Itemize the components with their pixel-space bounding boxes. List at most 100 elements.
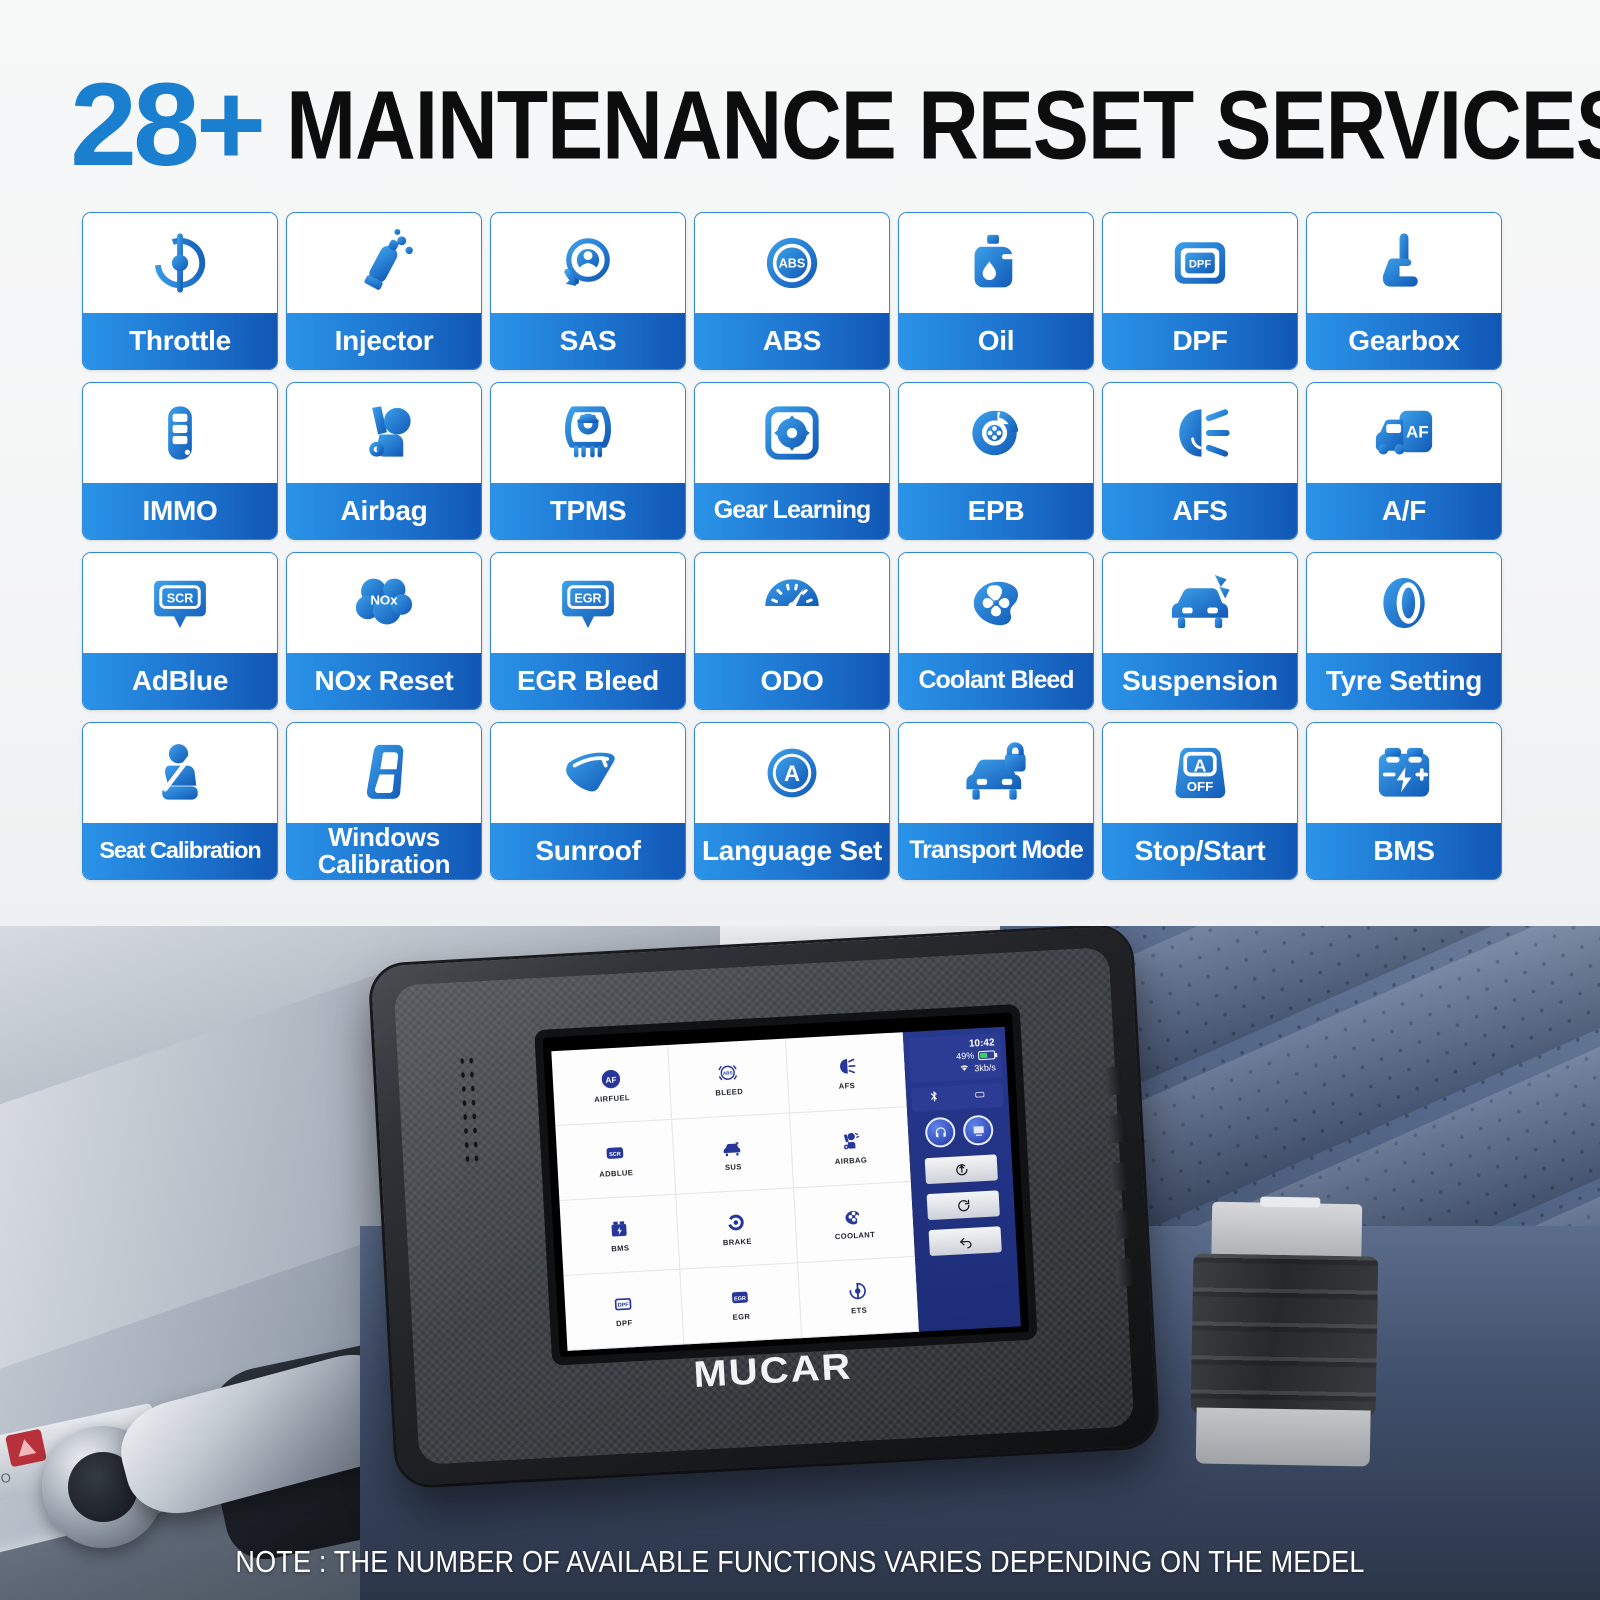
service-tile-immo[interactable]: IMMO (82, 382, 278, 540)
service-tile-label: Gear Learning (695, 483, 889, 539)
service-tile-label: AdBlue (83, 653, 277, 709)
app-cell-bleed[interactable]: ABS BLEED (668, 1038, 790, 1120)
service-tile-transport-mode[interactable]: Transport Mode (898, 722, 1094, 880)
service-tile-dpf[interactable]: DPF DPF (1102, 212, 1298, 370)
svg-text:A: A (784, 761, 800, 786)
service-tile-afs[interactable]: AFS (1102, 382, 1298, 540)
headline-count: 28+ (70, 59, 266, 191)
service-tile-label: Transport Mode (899, 823, 1093, 879)
service-tile-label: TPMS (491, 483, 685, 539)
side-button[interactable] (1105, 1066, 1123, 1096)
svg-text:NOx: NOx (370, 592, 398, 607)
service-tile-label: Coolant Bleed (899, 653, 1093, 709)
service-tile-tyre-setting[interactable]: Tyre Setting (1306, 552, 1502, 710)
service-tile-label: Stop/Start (1103, 823, 1297, 879)
svg-text:SCR: SCR (609, 1151, 621, 1158)
svg-text:SCR: SCR (167, 591, 194, 605)
app-cell-label: ETS (850, 1305, 868, 1315)
oil-can-icon (899, 213, 1093, 313)
app-cell-ets[interactable]: ETS (797, 1256, 920, 1339)
service-tile-airbag[interactable]: Airbag (286, 382, 482, 540)
service-tile-stop-start[interactable]: A OFF Stop/Start (1102, 722, 1298, 880)
service-tile-epb[interactable]: EPB (898, 382, 1094, 540)
dpf-icon: DPF (612, 1292, 635, 1315)
service-tile-sas[interactable]: SAS (490, 212, 686, 370)
screen-content: AF AIRFUEL ABS BLEED AFS SCR ADBLUE SUS AIRBAG BM… (551, 1026, 1021, 1351)
egr-icon: EGR (729, 1285, 752, 1308)
service-tile-bms[interactable]: BMS (1306, 722, 1502, 880)
svg-text:OFF: OFF (1187, 779, 1214, 794)
service-tile-label: NOx Reset (287, 653, 481, 709)
app-cell-egr[interactable]: EGR EGR (680, 1263, 802, 1345)
service-tile-egr-bleed[interactable]: EGR EGR Bleed (490, 552, 686, 710)
connection-panel (910, 1082, 1004, 1112)
app-cell-brake[interactable]: BRAKE (676, 1188, 798, 1270)
service-tile-suspension[interactable]: Suspension (1102, 552, 1298, 710)
app-cell-adblue[interactable]: SCR ADBLUE (555, 1119, 677, 1202)
app-cell-airbag[interactable]: AIRBAG (789, 1107, 911, 1189)
app-cell-bms[interactable]: BMS (559, 1194, 681, 1276)
service-tile-a-f[interactable]: AF A/F (1306, 382, 1502, 540)
screenshot-icon[interactable] (962, 1114, 995, 1147)
brake-icon (725, 1210, 748, 1233)
service-tile-injector[interactable]: Injector (286, 212, 482, 370)
product-photo-scene: RADIO AF AIRFUEL ABS BLEED AFS SCR ADBLUE SUS AI… (0, 926, 1600, 1600)
service-tile-sunroof[interactable]: Sunroof (490, 722, 686, 880)
service-tile-adblue[interactable]: SCR AdBlue (82, 552, 278, 710)
service-tile-oil[interactable]: Oil (898, 212, 1094, 370)
service-tile-abs[interactable]: ABS ABS (694, 212, 890, 370)
service-tile-label: Tyre Setting (1307, 653, 1501, 709)
service-tile-label: Suspension (1103, 653, 1297, 709)
app-cell-label: DPF (615, 1317, 633, 1328)
status-battery-percent: 49% (955, 1050, 975, 1062)
service-tile-language-set[interactable]: A Language Set (694, 722, 890, 880)
service-tile-seat-calibration[interactable]: Seat Calibration (82, 722, 278, 880)
side-button[interactable] (1112, 1210, 1131, 1240)
service-tile-coolant-bleed[interactable]: Coolant Bleed (898, 552, 1094, 710)
bluetooth-icon[interactable] (927, 1089, 942, 1109)
service-tile-throttle[interactable]: Throttle (82, 212, 278, 370)
app-grid: AF AIRFUEL ABS BLEED AFS SCR ADBLUE SUS AIRBAG BM… (551, 1032, 920, 1351)
service-tile-label: SAS (491, 313, 685, 369)
home-upload-icon[interactable] (924, 1154, 998, 1185)
car-af-icon: AF (1307, 383, 1501, 483)
battery-icon (608, 1217, 631, 1240)
battery-icon (977, 1049, 996, 1060)
app-cell-label: AIRFUEL (594, 1092, 631, 1104)
dpf-icon: DPF (1103, 213, 1297, 313)
footer-note: NOTE : THE NUMBER OF AVAILABLE FUNCTIONS… (235, 1545, 1365, 1579)
vci-icon[interactable] (972, 1087, 988, 1106)
obd-connector-body (1190, 1253, 1379, 1417)
services-grid: Throttle Injector SAS ABS ABS Oil DPF DPF Gearbo… (82, 212, 1502, 880)
gear-in-box-icon (695, 383, 889, 483)
app-cell-afs[interactable]: AFS (785, 1032, 907, 1114)
refresh-icon[interactable] (926, 1190, 1000, 1221)
service-tile-gear-learning[interactable]: Gear Learning (694, 382, 890, 540)
app-cell-sus[interactable]: SUS (672, 1113, 794, 1195)
service-tile-label: Injector (287, 313, 481, 369)
app-cell-coolant[interactable]: COOLANT (793, 1182, 915, 1264)
top-white-panel: 28+ MAINTENANCE RESET SERVICES Throttle I… (0, 0, 1600, 940)
app-cell-airfuel[interactable]: AF AIRFUEL (551, 1044, 673, 1127)
service-tile-tpms[interactable]: TPMS (490, 382, 686, 540)
tablet-screen[interactable]: AF AIRFUEL ABS BLEED AFS SCR ADBLUE SUS AIRBAG BM… (542, 1012, 1030, 1358)
service-tile-windows-calibration[interactable]: Windows Calibration (286, 722, 482, 880)
coolant-fan-icon (899, 553, 1093, 653)
service-tile-odo[interactable]: ODO (694, 552, 890, 710)
side-button[interactable] (1107, 1114, 1126, 1144)
app-cell-label: EGR (732, 1311, 751, 1322)
service-tile-gearbox[interactable]: Gearbox (1306, 212, 1502, 370)
svg-text:EGR: EGR (734, 1295, 746, 1302)
app-cell-dpf[interactable]: DPF DPF (563, 1269, 685, 1351)
service-tile-nox-reset[interactable]: NOx NOx Reset (286, 552, 482, 710)
battery-icon (1307, 723, 1501, 823)
back-icon[interactable] (928, 1226, 1002, 1257)
abs-icon: ABS (695, 213, 889, 313)
service-tile-label: EGR Bleed (491, 653, 685, 709)
speaker-grille (457, 1053, 482, 1165)
svg-text:DPF: DPF (1189, 258, 1211, 270)
headset-icon[interactable] (924, 1116, 957, 1149)
side-button[interactable] (1110, 1162, 1128, 1192)
car-suspension-icon (1103, 553, 1297, 653)
side-button[interactable] (1115, 1258, 1133, 1288)
